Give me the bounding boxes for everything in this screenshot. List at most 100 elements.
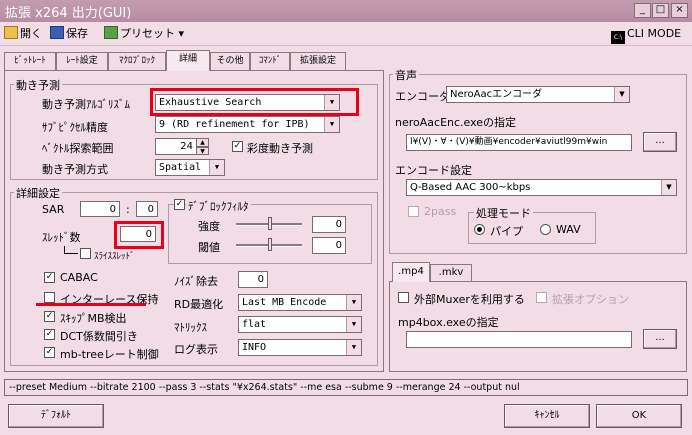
open-button[interactable]: 開く bbox=[4, 25, 42, 43]
strength-label: 強度 bbox=[198, 220, 220, 233]
window-title: 拡張 x264 出力(GUI) bbox=[5, 6, 132, 21]
algo-highlight-box bbox=[150, 88, 359, 116]
preset-menu[interactable]: プリセット ▾ bbox=[104, 25, 184, 43]
me-mode-value: Spatial bbox=[159, 162, 202, 173]
log-label: ログ表示 bbox=[174, 343, 218, 356]
title-bar: 拡張 x264 出力(GUI) _ □ × bbox=[0, 0, 692, 22]
sar-label: SAR bbox=[42, 203, 65, 216]
preset-label: プリセット bbox=[120, 27, 175, 40]
tab-rate[interactable]: ﾚｰﾄ設定 bbox=[56, 52, 108, 70]
wav-label: WAV bbox=[556, 223, 581, 236]
audio-encoder-select[interactable]: NeroAacエンコーダ ▼ bbox=[446, 86, 630, 103]
audio-group-title: 音声 bbox=[393, 67, 419, 83]
pipe-label: パイプ bbox=[490, 225, 523, 238]
rdo-value: Last MB Encode bbox=[242, 297, 327, 308]
tab-command[interactable]: ｺﾏﾝﾄﾞ bbox=[250, 52, 290, 70]
tab-other[interactable]: その他 bbox=[210, 52, 250, 70]
chevron-down-icon: ▼ bbox=[324, 117, 339, 132]
audio-path-input[interactable]: I¥(V)・∀・(V)¥動画¥encoder¥aviutl99m¥win bbox=[406, 134, 632, 151]
mp4box-input[interactable] bbox=[406, 331, 632, 348]
strength-input[interactable]: 0 bbox=[312, 216, 346, 233]
close-button[interactable]: × bbox=[671, 3, 688, 18]
floppy-disk-icon bbox=[50, 26, 64, 39]
threshold-label: 閾値 bbox=[198, 241, 220, 254]
chevron-down-icon: ▼ bbox=[346, 340, 361, 355]
detail-group-title: 詳細設定 bbox=[14, 185, 62, 201]
mbtree-label: mb-treeレート制御 bbox=[60, 348, 159, 361]
matrix-label: ﾏﾄﾘｯｸｽ bbox=[174, 321, 207, 334]
tab-detail[interactable]: 詳細 bbox=[166, 50, 210, 71]
minimize-button[interactable]: _ bbox=[634, 3, 651, 18]
toolbar: 開く 保存 プリセット ▾ C:\ CLI MODE bbox=[0, 22, 692, 46]
twopass-checkbox bbox=[408, 206, 419, 217]
mp4box-label: mp4box.exeの指定 bbox=[398, 316, 499, 329]
sar-width-input[interactable]: 0 bbox=[80, 201, 120, 217]
mbtree-checkbox[interactable]: ✓ bbox=[44, 347, 55, 358]
tab-mp4[interactable]: .mp4 bbox=[392, 262, 430, 282]
maximize-button[interactable]: □ bbox=[652, 3, 669, 18]
rdo-select[interactable]: Last MB Encode ▼ bbox=[238, 294, 362, 311]
process-mode-title: 処理モード bbox=[474, 205, 533, 221]
audio-setting-value: Q-Based AAC 300~kbps bbox=[410, 182, 531, 193]
strength-slider[interactable] bbox=[268, 217, 272, 230]
cli-mode-button[interactable]: C:\ CLI MODE bbox=[611, 25, 681, 44]
nr-label: ﾉｲｽﾞ除去 bbox=[174, 275, 218, 288]
sliced-threads-checkbox[interactable] bbox=[80, 248, 91, 259]
chevron-down-icon: ▼ bbox=[614, 87, 629, 102]
wav-radio[interactable] bbox=[540, 224, 551, 235]
audio-browse-button[interactable]: ... bbox=[643, 132, 677, 152]
interlace-checkbox[interactable] bbox=[44, 292, 55, 303]
dct-decimate-checkbox[interactable]: ✓ bbox=[44, 329, 55, 340]
skip-mb-checkbox[interactable]: ✓ bbox=[44, 311, 55, 322]
range-spin-up[interactable]: ▲ bbox=[196, 138, 209, 147]
dct-decimate-label: DCT係数間引き bbox=[60, 330, 138, 343]
tab-bitrate[interactable]: ﾋﾞｯﾄﾚｰﾄ bbox=[4, 52, 56, 70]
threads-highlight-box bbox=[114, 221, 164, 249]
subpel-select[interactable]: 9 (RD refinement for IPB) ▼ bbox=[155, 116, 340, 133]
mp4box-browse-button[interactable]: ... bbox=[643, 329, 677, 349]
rdo-label: RD最適化 bbox=[174, 298, 224, 311]
ok-button[interactable]: OK bbox=[596, 404, 682, 428]
external-muxer-checkbox[interactable] bbox=[398, 292, 409, 303]
audio-encoder-label: エンコーダ bbox=[395, 90, 450, 103]
chevron-down-icon: ▾ bbox=[178, 27, 185, 40]
audio-setting-label: エンコード設定 bbox=[395, 164, 472, 177]
skip-mb-label: ｽｷｯﾌﾟMB検出 bbox=[60, 312, 127, 325]
range-spin-down[interactable]: ▼ bbox=[196, 147, 209, 155]
interlace-highlight-underline bbox=[36, 303, 146, 306]
tab-mkv[interactable]: .mkv bbox=[430, 264, 472, 282]
threshold-slider[interactable] bbox=[268, 238, 272, 251]
preset-icon bbox=[104, 26, 118, 39]
me-mode-label: 動き予測方式 bbox=[42, 163, 108, 176]
tab-extension[interactable]: 拡張設定 bbox=[290, 52, 346, 70]
audio-path-label: neroAacEnc.exeの指定 bbox=[395, 116, 517, 129]
chroma-me-checkbox[interactable]: ✓ bbox=[232, 141, 243, 152]
me-mode-select[interactable]: Spatial ▼ bbox=[155, 159, 225, 176]
cabac-checkbox[interactable]: ✓ bbox=[44, 272, 55, 283]
command-line-preview[interactable]: --preset Medium --bitrate 2100 --pass 3 … bbox=[4, 379, 688, 396]
save-button[interactable]: 保存 bbox=[50, 25, 88, 43]
cancel-button[interactable]: ｷｬﾝｾﾙ bbox=[504, 404, 590, 428]
audio-setting-select[interactable]: Q-Based AAC 300~kbps ▼ bbox=[406, 179, 677, 196]
chevron-down-icon: ▼ bbox=[661, 180, 676, 195]
nr-input[interactable]: 0 bbox=[238, 271, 268, 288]
threshold-input[interactable]: 0 bbox=[312, 237, 346, 254]
folder-icon bbox=[4, 26, 18, 39]
save-label: 保存 bbox=[66, 27, 88, 40]
motion-group-title: 動き予測 bbox=[14, 77, 62, 93]
range-input[interactable]: 24 bbox=[155, 138, 197, 155]
sar-separator: : bbox=[126, 203, 130, 216]
bracket-line bbox=[64, 246, 65, 253]
sar-height-input[interactable]: 0 bbox=[136, 201, 158, 217]
default-button[interactable]: ﾃﾞﾌｫﾙﾄ bbox=[8, 404, 104, 428]
pipe-radio[interactable] bbox=[474, 224, 485, 235]
subpel-label: ｻﾌﾞﾋﾟｸｾﾙ精度 bbox=[42, 121, 108, 134]
ext-option-checkbox bbox=[536, 292, 547, 303]
deblock-checkbox[interactable]: ✓ bbox=[174, 199, 185, 210]
tab-macroblock[interactable]: ﾏｸﾛﾌﾞﾛｯｸ bbox=[108, 52, 166, 70]
matrix-select[interactable]: flat ▼ bbox=[238, 316, 362, 333]
log-select[interactable]: INFO ▼ bbox=[238, 339, 362, 356]
chevron-down-icon: ▼ bbox=[346, 295, 361, 310]
chevron-down-icon: ▼ bbox=[209, 160, 224, 175]
cabac-label: CABAC bbox=[60, 271, 98, 284]
